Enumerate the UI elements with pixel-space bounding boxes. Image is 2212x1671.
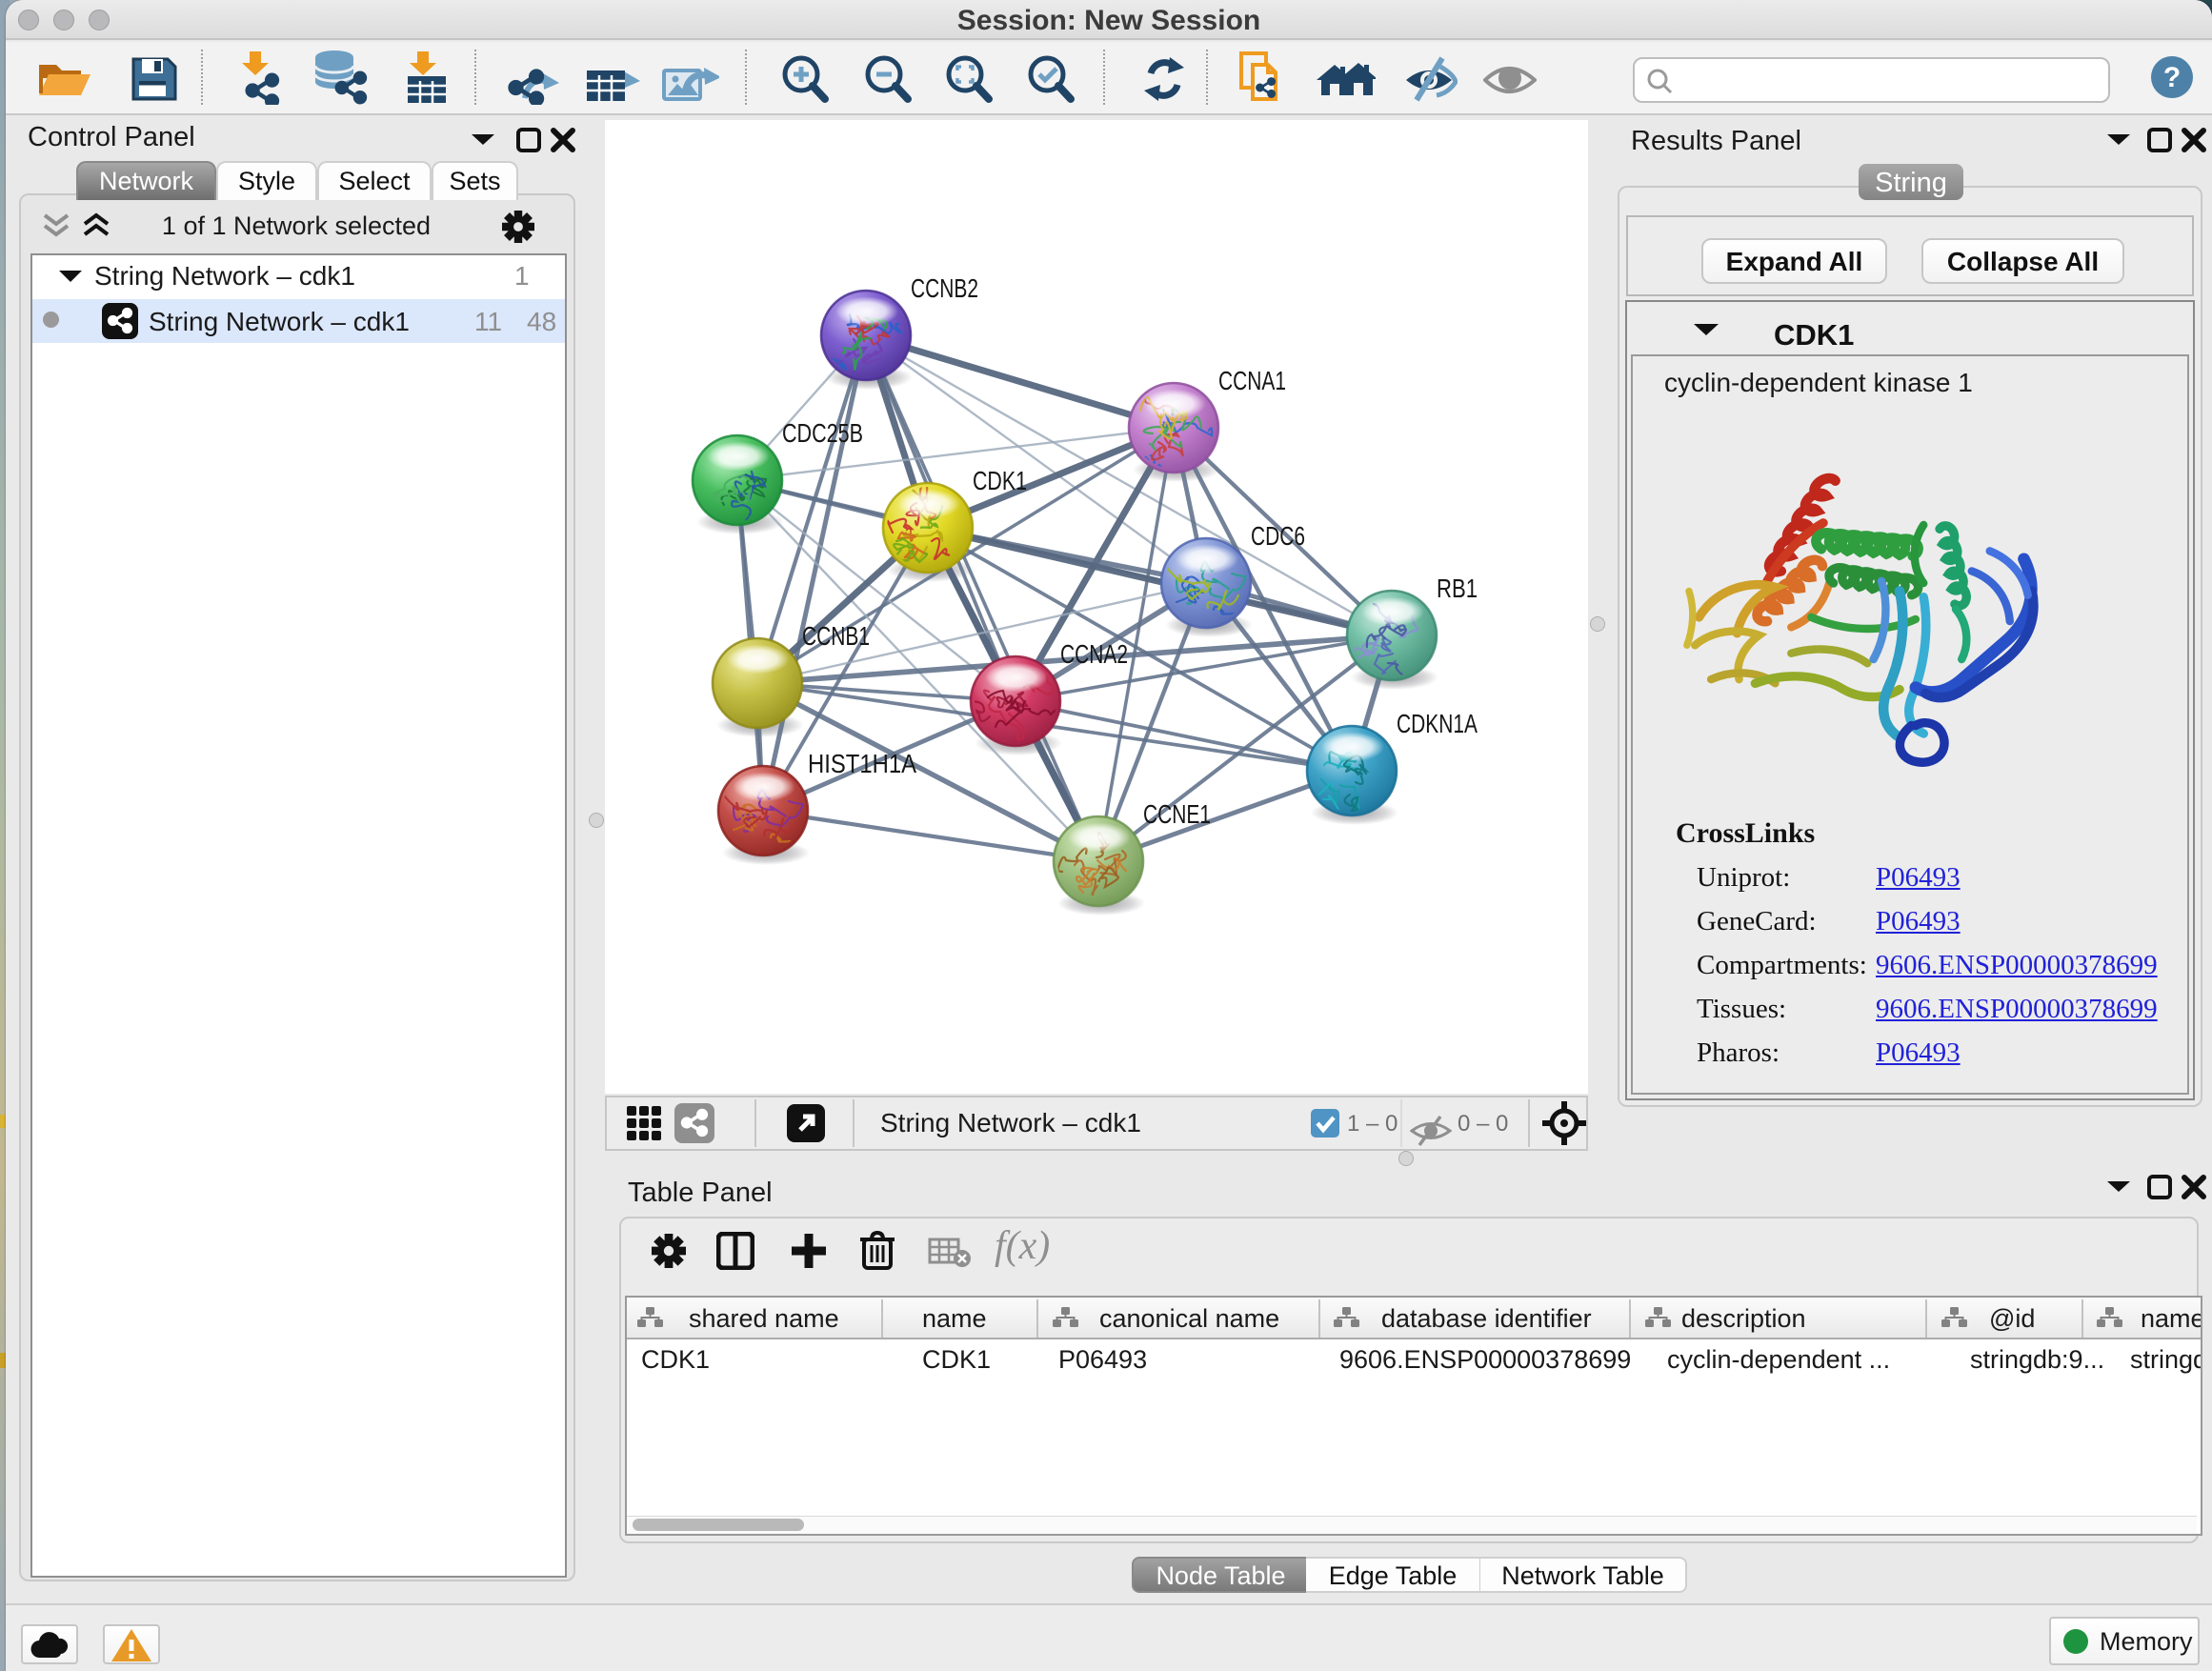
svg-text:CCNB1: CCNB1 [802,621,870,651]
svg-text:CDK1: CDK1 [973,466,1027,495]
svg-text:CDC25B: CDC25B [782,418,863,448]
svg-text:CCNA2: CCNA2 [1060,639,1128,669]
svg-text:CCNE1: CCNE1 [1143,799,1211,829]
svg-text:CDKN1A: CDKN1A [1397,709,1478,738]
svg-text:CDC6: CDC6 [1251,521,1305,551]
svg-text:?: ? [2163,62,2181,93]
svg-text:CCNA1: CCNA1 [1218,366,1286,395]
svg-text:CCNB2: CCNB2 [911,273,978,303]
svg-text:RB1: RB1 [1437,574,1478,603]
svg-text:HIST1H1A: HIST1H1A [808,749,916,778]
